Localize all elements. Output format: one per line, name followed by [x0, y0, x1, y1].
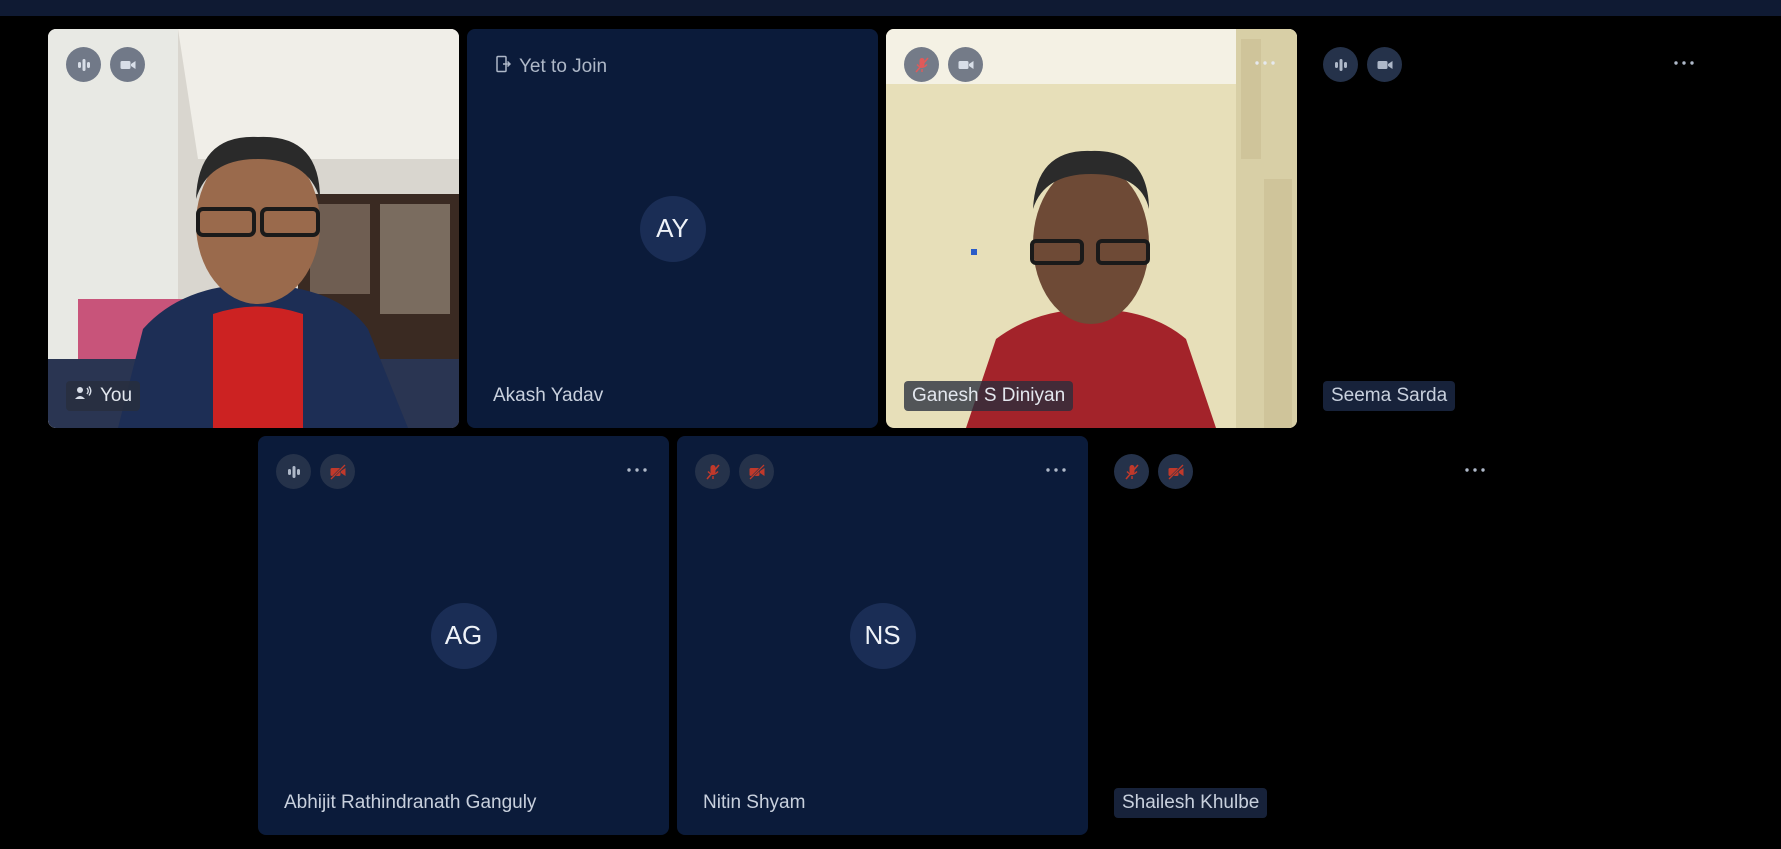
audio-level-icon[interactable] [1323, 47, 1358, 82]
participant-tile-akash-yadav[interactable]: Yet to Join AY Akash Yadav [467, 29, 878, 428]
video-feed [48, 29, 459, 428]
participant-tile-shailesh-khulbe[interactable]: Shailesh Khulbe [1096, 436, 1507, 835]
participant-name-label: Akash Yadav [493, 385, 604, 406]
participant-name-label: Ganesh S Diniyan [904, 381, 1074, 411]
participant-name-label: Seema Sarda [1323, 381, 1456, 411]
participant-tile-ganesh-s-diniyan[interactable]: Ganesh S Diniyan [886, 29, 1297, 428]
join-status: Yet to Join [495, 55, 607, 79]
avatar: AG [430, 602, 497, 669]
audio-level-icon[interactable] [276, 454, 311, 489]
camera-off-icon[interactable] [1158, 454, 1193, 489]
door-exit-icon [495, 55, 512, 79]
mic-off-icon[interactable] [1114, 454, 1149, 489]
camera-icon[interactable] [948, 47, 983, 82]
camera-off-icon[interactable] [739, 454, 774, 489]
participant-name-label: Nitin Shyam [703, 792, 806, 813]
participant-tile-nitin-shyam[interactable]: NS Nitin Shyam [677, 436, 1088, 835]
camera-icon[interactable] [1367, 47, 1402, 82]
participant-tile-you[interactable]: You [48, 29, 459, 428]
top-bar [0, 0, 1781, 16]
mic-off-icon[interactable] [904, 47, 939, 82]
more-options-icon[interactable] [1672, 55, 1696, 65]
avatar: AY [639, 195, 706, 262]
audio-level-icon[interactable] [66, 47, 101, 82]
participant-tile-seema-sarda[interactable]: Seema Sarda [1305, 29, 1716, 428]
video-feed [886, 29, 1297, 428]
more-options-icon[interactable] [1253, 55, 1277, 65]
participant-name-label: You [66, 381, 141, 411]
participant-name-label: Abhijit Rathindranath Ganguly [284, 792, 537, 813]
avatar: NS [849, 602, 916, 669]
speaking-icon [74, 385, 92, 407]
more-options-icon[interactable] [1463, 462, 1487, 472]
more-options-icon[interactable] [625, 462, 649, 472]
more-options-icon[interactable] [1044, 462, 1068, 472]
participant-tile-abhijit[interactable]: AG Abhijit Rathindranath Ganguly [258, 436, 669, 835]
mic-off-icon[interactable] [695, 454, 730, 489]
camera-icon[interactable] [110, 47, 145, 82]
participant-name-label: Shailesh Khulbe [1114, 788, 1268, 818]
camera-off-icon[interactable] [320, 454, 355, 489]
